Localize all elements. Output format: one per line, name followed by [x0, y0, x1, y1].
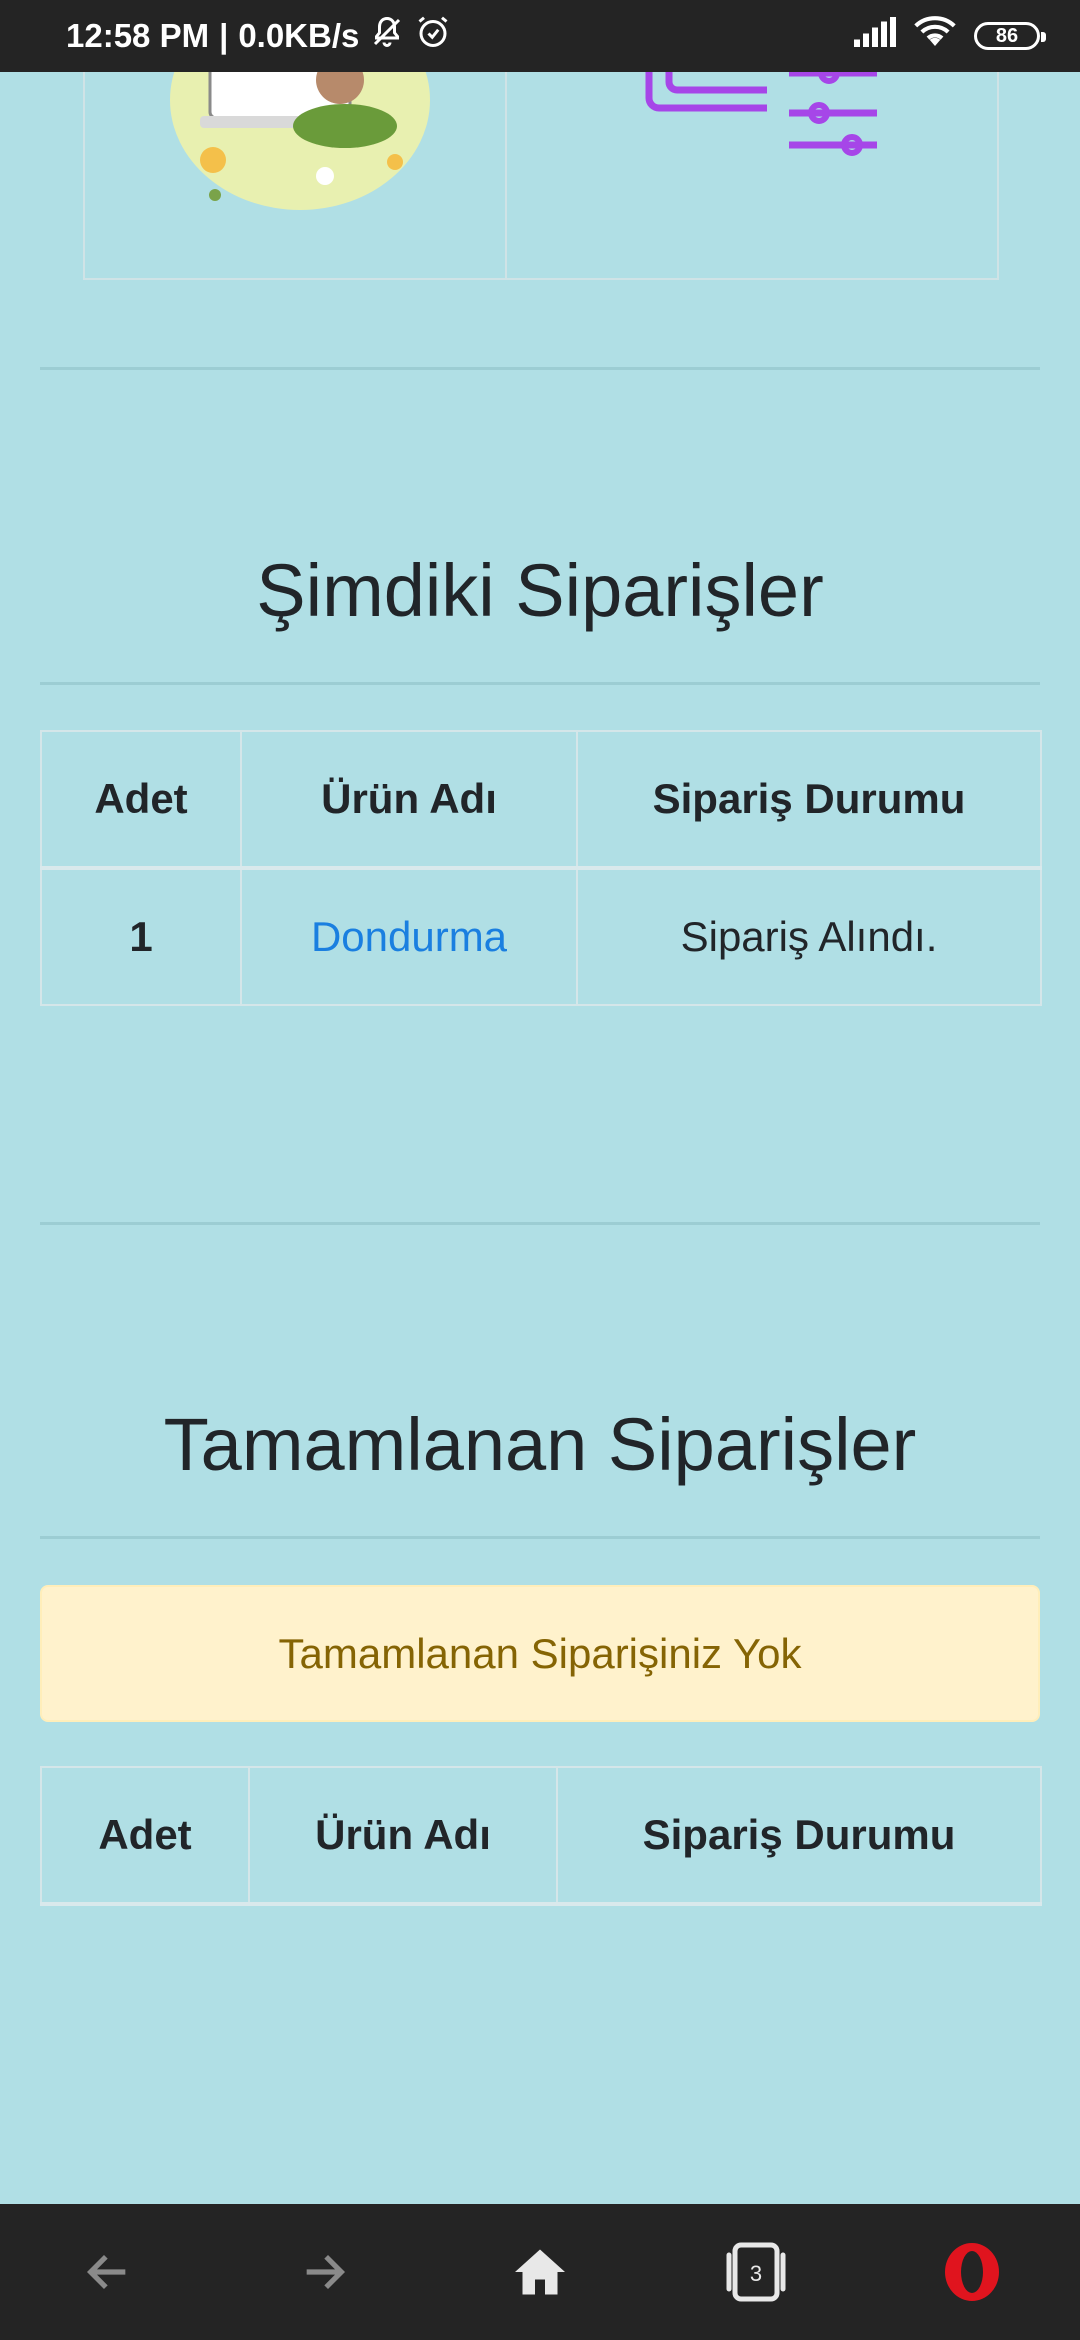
- back-button[interactable]: [54, 2218, 162, 2326]
- alarm-icon: [415, 14, 451, 58]
- divider: [40, 1222, 1040, 1225]
- order-product-cell: Dondurma: [240, 867, 578, 1006]
- divider: [40, 367, 1040, 370]
- tabs-button[interactable]: 3: [702, 2218, 810, 2326]
- status-right: 86: [854, 16, 1046, 56]
- completed-orders-table: Adet Ürün Adı Sipariş Durumu: [40, 1766, 1042, 1906]
- home-button[interactable]: [486, 2218, 594, 2326]
- order-qty: 1: [40, 867, 242, 1006]
- table-row: 1 Dondurma Sipariş Alındı.: [40, 867, 1042, 1006]
- forward-arrow-icon: [306, 2254, 346, 2290]
- table-header-row: Adet Ürün Adı Sipariş Durumu: [40, 1766, 1042, 1906]
- signal-icon: [854, 17, 896, 55]
- forward-button[interactable]: [270, 2218, 378, 2326]
- table-header-row: Adet Ürün Adı Sipariş Durumu: [40, 730, 1042, 870]
- top-card-right[interactable]: [507, 40, 997, 278]
- battery-icon: 86: [974, 22, 1046, 50]
- opera-menu-button[interactable]: [918, 2218, 1026, 2326]
- product-header: Ürün Adı: [248, 1766, 558, 1906]
- home-icon: [515, 2249, 565, 2295]
- tabs-icon: 3: [726, 2242, 786, 2302]
- settings-sliders-icon: [645, 60, 877, 156]
- order-status: Sipariş Alındı.: [576, 867, 1042, 1006]
- status-bar: 12:58 PM | 0.0KB/s 86: [0, 0, 1080, 72]
- person-laptop-illustration: [170, 40, 430, 210]
- completed-orders-title: Tamamlanan Siparişler: [163, 1403, 917, 1486]
- tab-count: 3: [750, 2261, 762, 2286]
- status-time: 12:58 PM: [66, 17, 210, 54]
- status-header: Sipariş Durumu: [556, 1766, 1042, 1906]
- browser-bottom-nav: 3: [0, 2204, 1080, 2340]
- qty-header: Adet: [40, 730, 242, 870]
- current-orders-table: Adet Ürün Adı Sipariş Durumu 1 Dondurma …: [40, 730, 1042, 1006]
- battery-level: 86: [995, 24, 1019, 47]
- qty-header: Adet: [40, 1766, 250, 1906]
- opera-icon: [945, 2243, 999, 2301]
- status-header: Sipariş Durumu: [576, 730, 1042, 870]
- wifi-icon: [914, 16, 956, 56]
- divider: [40, 682, 1040, 685]
- status-left: 12:58 PM | 0.0KB/s: [66, 14, 451, 58]
- top-cards: [83, 40, 999, 280]
- status-separator: |: [219, 17, 229, 54]
- no-completed-orders-alert: Tamamlanan Siparişiniz Yok: [40, 1585, 1040, 1722]
- top-card-left[interactable]: [85, 40, 507, 278]
- product-link[interactable]: Dondurma: [311, 913, 507, 960]
- network-speed: 0.0KB/s: [238, 17, 360, 54]
- current-orders-title: Şimdiki Siparişler: [256, 549, 824, 632]
- muted-bell-icon: [369, 14, 405, 58]
- product-header: Ürün Adı: [240, 730, 578, 870]
- back-arrow-icon: [86, 2254, 126, 2290]
- divider: [40, 1536, 1040, 1539]
